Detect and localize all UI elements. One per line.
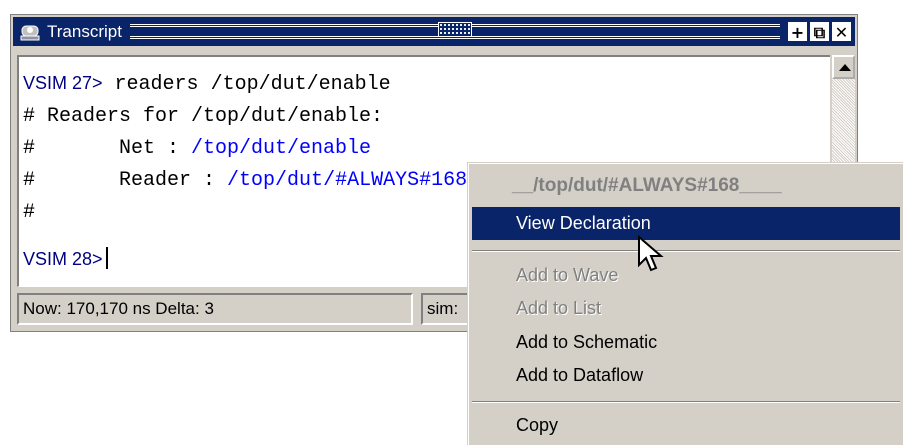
drag-grip[interactable] — [129, 22, 780, 39]
menu-item-copy[interactable]: Copy — [472, 409, 900, 442]
reader-label: # Reader : — [23, 169, 228, 192]
scroll-up-arrow-icon[interactable] — [832, 55, 855, 79]
context-menu[interactable]: __/top/dut/#ALWAYS#168____ View Declarat… — [467, 162, 903, 445]
reader-link[interactable]: /top/dut/#ALWAYS#168 — [227, 169, 467, 192]
transcript-line: VSIM 27> readers /top/dut/enable — [23, 73, 391, 96]
net-link[interactable]: /top/dut/enable — [191, 137, 371, 160]
menu-item-add-to-list[interactable]: Add to List — [472, 292, 900, 325]
add-icon[interactable]: + — [788, 22, 807, 42]
vsim-prompt: VSIM 27> — [23, 73, 103, 93]
net-label: # Net : — [23, 137, 192, 160]
text-cursor — [105, 247, 108, 269]
transcript-line: # Readers for /top/dut/enable: — [23, 105, 384, 128]
window-title: Transcript — [47, 21, 122, 41]
menu-item-add-to-dataflow[interactable]: Add to Dataflow — [472, 359, 900, 392]
transcript-line: # — [23, 201, 36, 224]
undock-icon[interactable]: ⧉ — [810, 22, 829, 42]
close-icon[interactable]: ✕ — [832, 22, 851, 42]
transcript-window-icon — [20, 25, 40, 40]
mouse-pointer-icon — [638, 235, 664, 272]
menu-item-add-to-wave[interactable]: Add to Wave — [472, 259, 900, 292]
transcript-line: # Reader : /top/dut/#ALWAYS#168 — [23, 169, 467, 192]
menu-separator — [472, 250, 900, 252]
sim-time-status: Now: 170,170 ns Delta: 3 — [17, 293, 413, 325]
title-bar[interactable]: Transcript + ⧉ ✕ — [13, 17, 855, 46]
grip-handle-icon[interactable] — [437, 22, 472, 37]
menu-separator — [472, 401, 900, 403]
menu-item-view-declaration[interactable]: View Declaration — [472, 207, 900, 240]
vsim-prompt: VSIM 28> — [23, 249, 103, 269]
command-text: readers /top/dut/enable — [102, 73, 391, 96]
menu-header-path: __/top/dut/#ALWAYS#168____ — [512, 175, 782, 196]
command-line[interactable]: VSIM 28> — [23, 247, 108, 272]
transcript-line: # Net : /top/dut/enable — [23, 137, 371, 160]
menu-item-add-to-schematic[interactable]: Add to Schematic — [472, 326, 900, 359]
